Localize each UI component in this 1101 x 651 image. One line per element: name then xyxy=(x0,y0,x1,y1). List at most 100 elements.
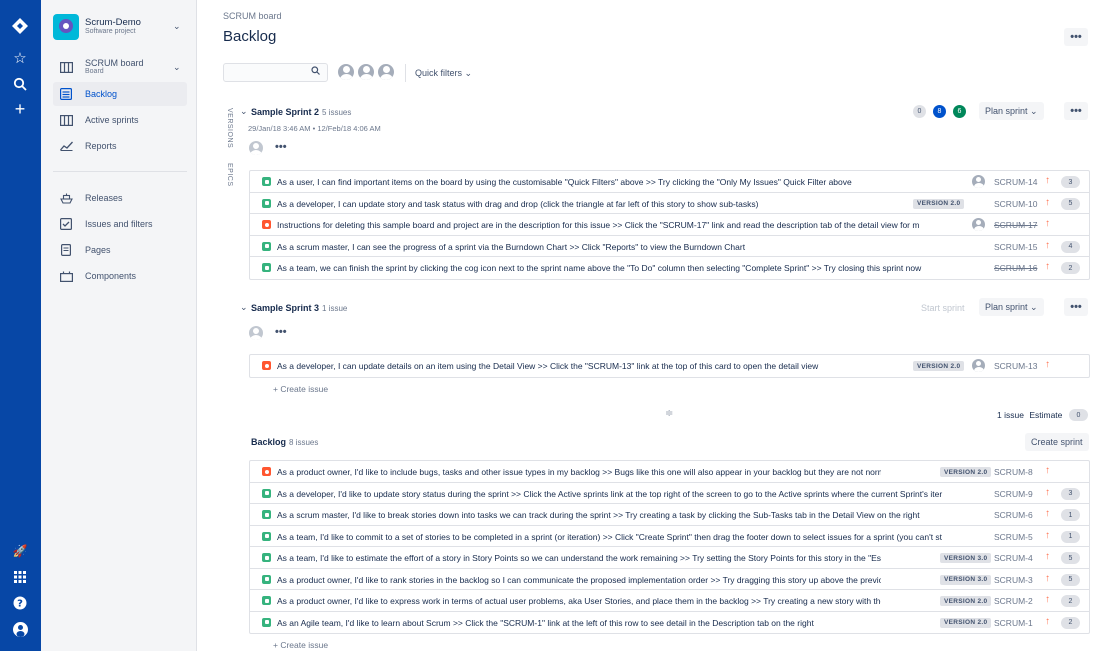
priority-arrow-icon: ↑ xyxy=(1045,239,1050,251)
sprint-more-button[interactable]: ••• xyxy=(1064,298,1088,316)
issue-key-link[interactable]: SCRUM-8 xyxy=(994,467,1033,477)
sidebar-item-backlog[interactable]: Backlog xyxy=(53,82,187,106)
breadcrumb[interactable]: SCRUM board xyxy=(223,11,282,21)
epics-tab[interactable]: EPICS xyxy=(226,163,233,187)
assignee-avatar[interactable] xyxy=(971,358,986,373)
story-icon xyxy=(262,574,271,584)
issue-row[interactable]: As a team, we can finish the sprint by c… xyxy=(250,257,1089,279)
issue-row[interactable]: As a product owner, I'd like to rank sto… xyxy=(250,569,1089,590)
jira-logo-icon[interactable] xyxy=(10,16,30,36)
sidebar-item-pages[interactable]: Pages xyxy=(53,238,187,262)
create-plus-icon[interactable]: + xyxy=(10,99,30,119)
issue-key-link[interactable]: SCRUM-3 xyxy=(994,575,1033,585)
chevron-down-icon[interactable]: ⌄ xyxy=(173,21,181,32)
issue-key-link[interactable]: SCRUM-6 xyxy=(994,510,1033,520)
issue-row[interactable]: As a developer, I can update story and t… xyxy=(250,193,1089,214)
fix-version-badge[interactable]: VERSION 2.0 xyxy=(913,198,965,209)
app-switcher-icon[interactable] xyxy=(10,567,30,587)
user-avatar-filter[interactable] xyxy=(376,62,396,82)
backlog-header: Backlog 8 issues xyxy=(251,437,318,447)
issue-row[interactable]: As an Agile team, I'd like to learn abou… xyxy=(250,612,1089,634)
board-switcher[interactable]: SCRUM board Board ⌄ xyxy=(53,55,187,79)
fix-version-badge[interactable]: VERSION 2.0 xyxy=(940,467,992,477)
story-icon xyxy=(262,198,271,208)
assignee-avatar[interactable] xyxy=(971,174,986,189)
assignee-avatar[interactable] xyxy=(971,217,986,232)
sprint-summary-count: 1 issue xyxy=(997,410,1024,420)
issue-row[interactable]: Instructions for deleting this sample bo… xyxy=(250,214,1089,236)
quick-filters-dropdown[interactable]: Quick filters ⌄ xyxy=(415,68,472,79)
search-icon xyxy=(311,66,320,78)
issue-key-link[interactable]: SCRUM-2 xyxy=(994,596,1033,606)
story-points-badge: 2 xyxy=(1061,595,1080,607)
chevron-down-icon[interactable]: ⌄ xyxy=(173,62,181,73)
backlog-issue-count: 8 issues xyxy=(289,438,319,447)
sprint-assignee-avatar[interactable] xyxy=(247,139,265,157)
issue-key-link[interactable]: SCRUM-15 xyxy=(994,242,1037,252)
sprint-assignee-avatar[interactable] xyxy=(247,324,265,342)
help-icon[interactable]: ? xyxy=(10,593,30,613)
issue-key-link[interactable]: SCRUM-9 xyxy=(994,489,1033,499)
backlog-name: Backlog xyxy=(251,437,287,447)
sidebar-item-active-sprints[interactable]: Active sprints xyxy=(53,108,187,132)
issue-key-link[interactable]: SCRUM-14 xyxy=(994,177,1037,187)
create-issue-link[interactable]: + Create issue xyxy=(273,384,328,394)
story-icon xyxy=(262,263,271,272)
user-avatar-filter[interactable] xyxy=(336,62,356,82)
user-avatar-filter[interactable] xyxy=(356,62,376,82)
issue-key-link[interactable]: SCRUM-10 xyxy=(994,199,1037,209)
fix-version-badge[interactable]: VERSION 2.0 xyxy=(913,361,965,371)
priority-arrow-icon: ↑ xyxy=(1045,572,1050,584)
sprint-options-icon[interactable]: ••• xyxy=(275,326,287,338)
issue-row[interactable]: As a product owner, I'd like to express … xyxy=(250,590,1089,612)
issue-key-link[interactable]: SCRUM-1 xyxy=(994,618,1033,628)
sidebar-item-releases[interactable]: Releases xyxy=(53,186,187,210)
search-icon[interactable] xyxy=(10,74,30,94)
issue-row[interactable]: As a developer, I'd like to update story… xyxy=(250,483,1089,504)
issue-key-link[interactable]: SCRUM-17 xyxy=(994,220,1037,230)
plan-sprint-button[interactable]: Plan sprint ⌄ xyxy=(979,298,1044,316)
project-switcher[interactable]: Scrum-Demo Software project ⌄ xyxy=(53,14,189,40)
priority-arrow-icon: ↑ xyxy=(1045,175,1050,186)
page-more-button[interactable]: ••• xyxy=(1064,28,1088,46)
collapse-chevron-icon[interactable]: ⌄ xyxy=(240,106,248,117)
plan-sprint-button[interactable]: Plan sprint ⌄ xyxy=(979,102,1044,120)
start-sprint-button[interactable]: Start sprint xyxy=(915,299,971,317)
sidebar-item-reports[interactable]: Reports xyxy=(53,134,187,158)
versions-tab[interactable]: VERSIONS xyxy=(226,108,233,148)
bug-icon xyxy=(262,467,271,476)
fix-version-badge[interactable]: VERSION 2.0 xyxy=(940,596,992,606)
sprint-name: Sample Sprint 3 xyxy=(251,303,320,313)
issue-row[interactable]: As a developer, I can update details on … xyxy=(250,355,1089,377)
sprint-summary-estimate-label: Estimate xyxy=(1029,410,1063,420)
story-points-badge: 3 xyxy=(1061,487,1080,500)
user-profile-icon[interactable] xyxy=(10,619,30,639)
fix-version-badge[interactable]: VERSION 2.0 xyxy=(940,617,992,628)
sprint-options-icon[interactable]: ••• xyxy=(275,141,287,153)
rocket-icon[interactable]: 🚀 xyxy=(10,541,30,561)
reports-chart-icon xyxy=(59,139,73,153)
issue-key-link[interactable]: SCRUM-4 xyxy=(994,553,1033,563)
drag-handle-icon[interactable]: ≑ xyxy=(665,408,673,419)
issue-key-link[interactable]: SCRUM-16 xyxy=(994,263,1037,273)
sidebar-item-issues-and-filters[interactable]: Issues and filters xyxy=(53,212,187,236)
sprint-more-button[interactable]: ••• xyxy=(1064,102,1088,120)
sidebar-item-components[interactable]: Components xyxy=(53,264,187,288)
issue-row[interactable]: As a user, I can find important items on… xyxy=(250,171,1089,193)
issue-key-link[interactable]: SCRUM-13 xyxy=(994,361,1037,371)
issue-row[interactable]: As a team, I'd like to commit to a set o… xyxy=(250,526,1089,547)
create-issue-link[interactable]: + Create issue xyxy=(273,640,328,650)
sidebar-item-label: Releases xyxy=(85,193,123,203)
issue-key-link[interactable]: SCRUM-5 xyxy=(994,532,1033,542)
star-icon[interactable]: ☆ xyxy=(10,48,30,68)
create-sprint-button[interactable]: Create sprint xyxy=(1025,433,1089,451)
fix-version-badge[interactable]: VERSION 3.0 xyxy=(940,553,992,563)
issue-row[interactable]: As a team, I'd like to estimate the effo… xyxy=(250,547,1089,569)
fix-version-badge[interactable]: VERSION 3.0 xyxy=(940,574,992,585)
issue-row[interactable]: As a scrum master, I can see the progres… xyxy=(250,236,1089,257)
sprint-3-header: Sample Sprint 31 issue xyxy=(251,303,347,313)
issue-row[interactable]: As a product owner, I'd like to include … xyxy=(250,461,1089,483)
collapse-chevron-icon[interactable]: ⌄ xyxy=(240,302,248,313)
story-points-badge: 1 xyxy=(1061,509,1080,521)
issue-row[interactable]: As a scrum master, I'd like to break sto… xyxy=(250,504,1089,526)
